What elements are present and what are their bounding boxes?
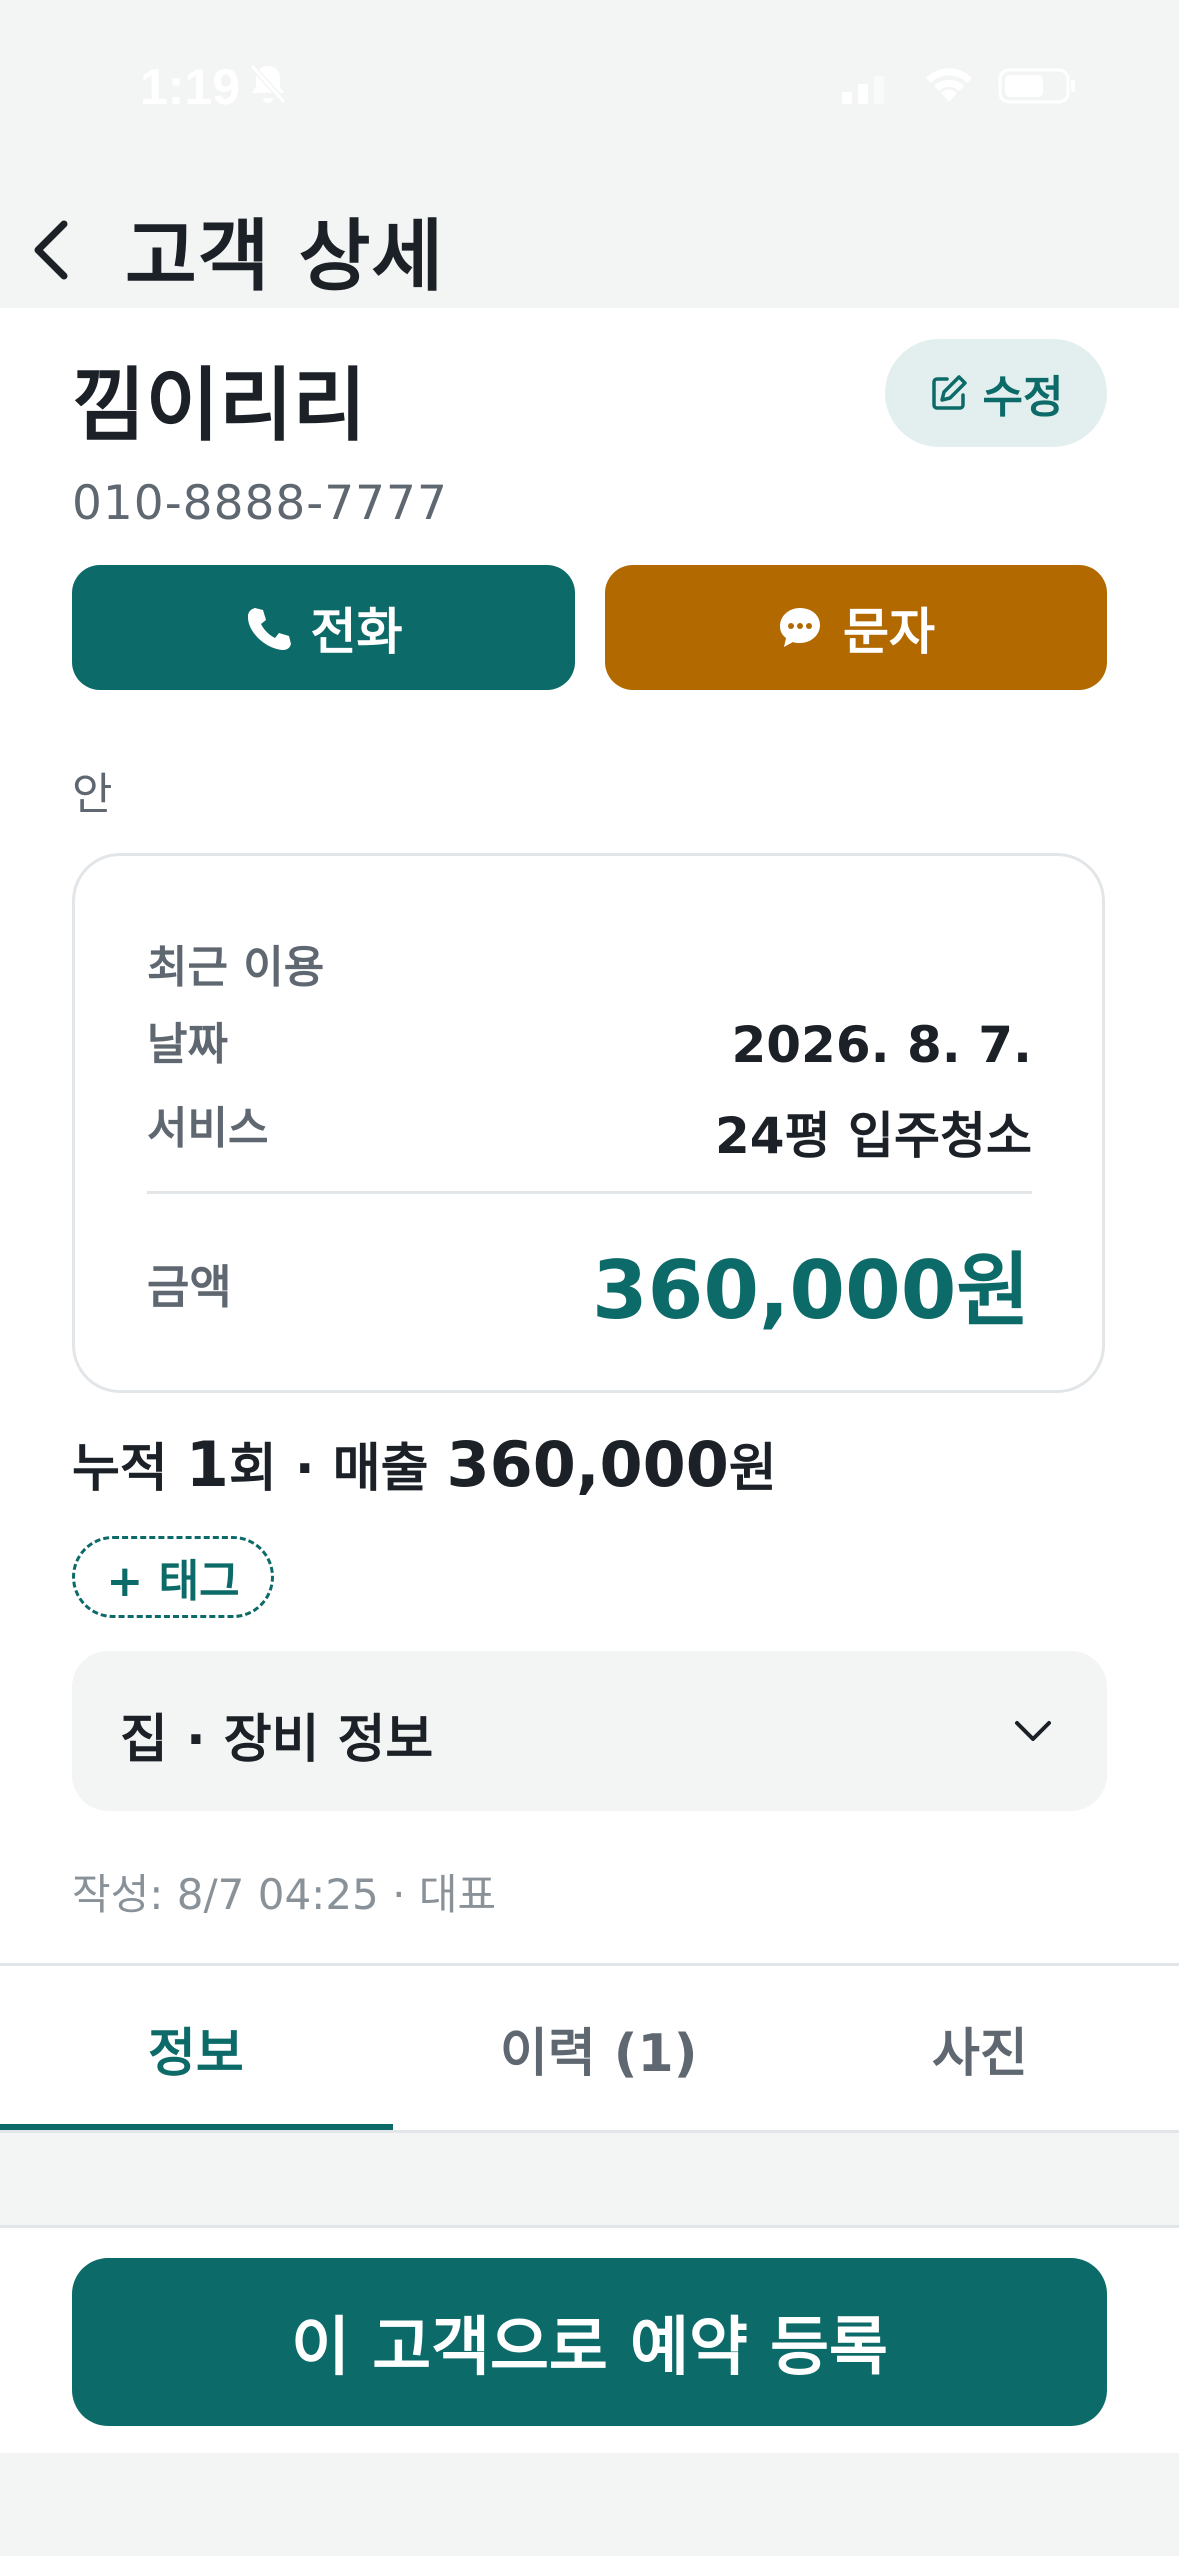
call-label: 전화 [310,602,403,661]
tab-photo[interactable]: 사진 [932,2011,1028,2086]
summary-prefix: 누적 [72,1439,186,1499]
home-equipment-accordion[interactable]: 집 · 장비 정보 [72,1651,1107,1811]
divider [147,1191,1032,1194]
sms-button[interactable]: 문자 [605,565,1107,690]
book-reservation-button[interactable]: 이 고객으로 예약 등록 [72,2258,1107,2426]
customer-summary: 누적 1회 · 매출 360,000원 [72,1426,777,1501]
author-meta: 작성: 8/7 04:25 · 대표 [72,1870,497,1919]
recent-label: 최근 이용 [147,942,325,993]
wifi-icon [926,68,972,102]
call-button[interactable]: 전화 [72,565,575,690]
detail-tabs: 정보 이력 (1) 사진 [0,1963,1179,2133]
chevron-down-icon [1015,1721,1051,1741]
tab-history[interactable]: 이력 (1) [500,2011,698,2086]
recent-usage-card: 최근 이용 날짜 2026. 8. 7. 서비스 24평 입주청소 금액 360… [72,853,1105,1393]
signal-icon [842,76,884,104]
customer-note: 안 [72,769,113,820]
accordion-title: 집 · 장비 정보 [120,1710,434,1770]
recent-date-key: 날짜 [147,1019,228,1070]
add-tag-button[interactable]: + 태그 [72,1536,274,1618]
bell-muted-icon [249,64,287,104]
edit-button[interactable]: 수정 [885,339,1107,447]
status-time: 1:19 [140,59,241,115]
battery-icon [998,68,1075,104]
chat-icon [780,607,820,647]
back-icon[interactable] [22,210,82,290]
recent-amount-key: 금액 [147,1260,232,1314]
customer-name: 낌이리리 [72,359,367,452]
summary-mid: 회 · 매출 [228,1439,447,1499]
active-tab-indicator [0,2124,393,2130]
status-bar: 1:19 [0,0,1179,170]
recent-amount-value: 360,000원 [592,1244,1030,1337]
page-title: 고객 상세 [125,212,445,302]
recent-date-value: 2026. 8. 7. [731,1016,1032,1074]
bottom-action-bar: 이 고객으로 예약 등록 [0,2225,1179,2453]
edit-label: 수정 [982,372,1064,423]
summary-suffix: 원 [728,1439,777,1499]
customer-detail-panel: 낌이리리 수정 010-8888-7777 전화 문자 안 최근 이용 날짜 2… [0,308,1179,1963]
recent-service-key: 서비스 [147,1103,269,1154]
customer-phone: 010-8888-7777 [72,476,448,531]
header: 고객 상세 [0,170,1179,308]
sms-label: 문자 [843,602,935,661]
edit-icon [931,375,967,410]
summary-sales: 360,000 [446,1428,729,1501]
summary-count: 1 [185,1428,229,1501]
phone-icon [247,607,291,650]
recent-service-value: 24평 입주청소 [715,1107,1032,1165]
tab-info[interactable]: 정보 [148,2011,244,2086]
